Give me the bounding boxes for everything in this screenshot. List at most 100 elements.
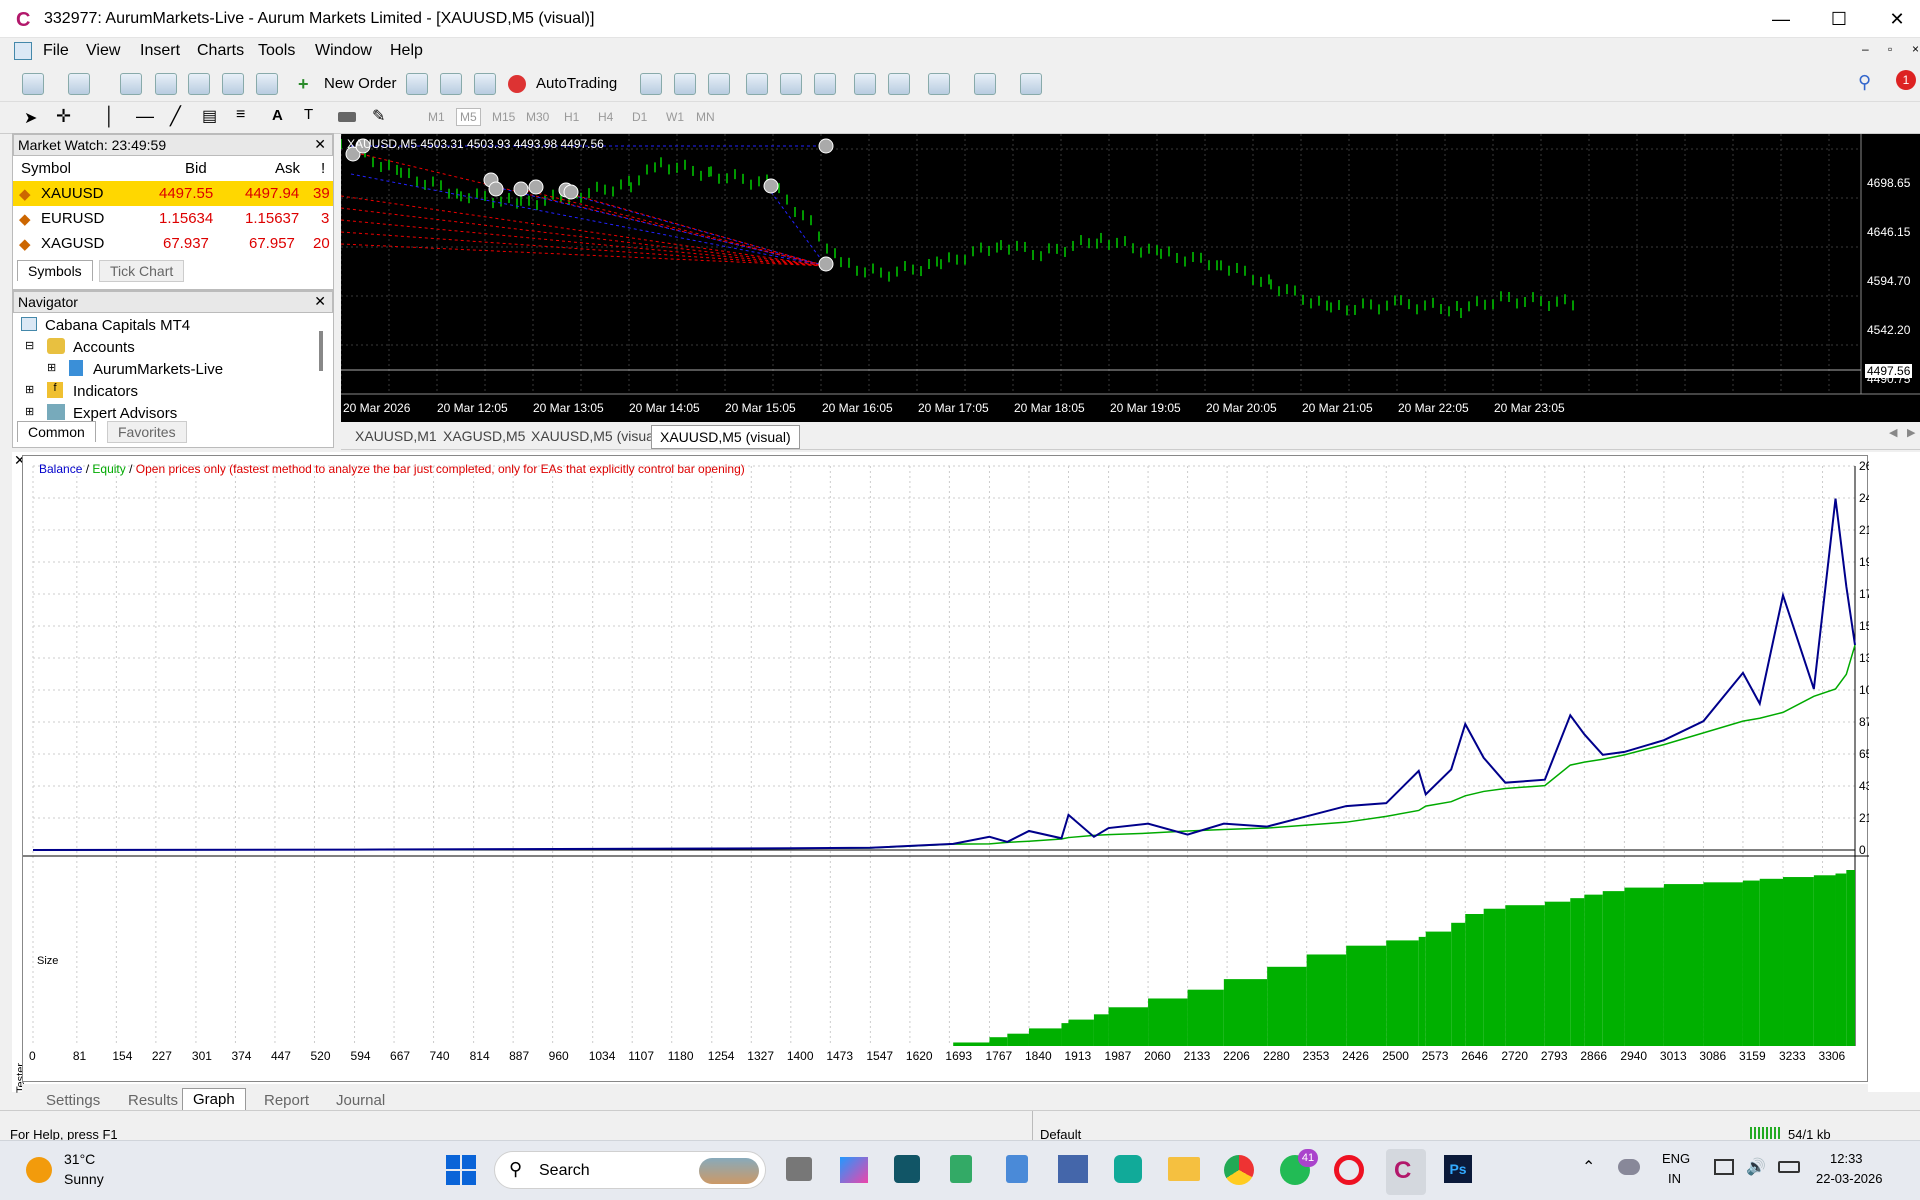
copilot-icon[interactable] — [840, 1157, 868, 1183]
menu-help[interactable]: Help — [390, 42, 423, 60]
market-icon[interactable] — [474, 73, 496, 95]
new-chart-icon[interactable] — [22, 73, 44, 95]
task-view-icon[interactable] — [786, 1157, 812, 1181]
tab-scroll-left-icon[interactable]: ◀ — [1889, 426, 1897, 439]
battery-icon[interactable] — [1778, 1161, 1800, 1173]
close-icon[interactable]: ✕ — [314, 136, 326, 153]
mdi-close-icon[interactable]: × — [1912, 42, 1919, 56]
expand-icon[interactable]: ⊞ — [25, 383, 34, 396]
expand-icon[interactable]: ⊞ — [47, 361, 56, 374]
zoom-in-icon[interactable] — [746, 73, 768, 95]
nav-item-indicators[interactable]: ⊞ f Indicators — [19, 381, 319, 403]
volume-icon[interactable]: 🔊 — [1746, 1157, 1766, 1177]
signals-icon[interactable] — [440, 73, 462, 95]
tf-h1[interactable]: H1 — [564, 110, 579, 124]
terminal-icon[interactable] — [222, 73, 244, 95]
nav-item-experts[interactable]: ⊞ Expert Advisors — [19, 403, 319, 423]
metaeditor-icon[interactable] — [406, 73, 428, 95]
tab-results[interactable]: Results — [118, 1090, 188, 1111]
photoshop-icon[interactable]: Ps — [1444, 1155, 1472, 1183]
tab-common[interactable]: Common — [17, 421, 96, 442]
profiles-icon[interactable] — [68, 73, 90, 95]
collapse-icon[interactable]: ⊟ — [25, 339, 34, 352]
notification-badge[interactable]: 1 — [1896, 70, 1916, 90]
templates-icon[interactable] — [1020, 73, 1042, 95]
tab-scroll-right-icon[interactable]: ▶ — [1907, 426, 1915, 439]
expand-icon[interactable]: ⊞ — [25, 405, 34, 418]
nav-scrollbar[interactable] — [319, 331, 323, 371]
tab-chart-xauusd-m1[interactable]: XAUUSD,M1 — [347, 425, 445, 447]
tf-d1[interactable]: D1 — [632, 110, 647, 124]
tf-m5[interactable]: M5 — [456, 108, 481, 126]
menu-file[interactable]: File — [43, 42, 69, 60]
weather-sun-icon[interactable] — [26, 1157, 52, 1183]
onedrive-icon[interactable] — [1618, 1159, 1640, 1175]
defender-icon[interactable] — [894, 1155, 920, 1183]
tf-m1[interactable]: M1 — [428, 110, 445, 124]
tile-windows-icon[interactable] — [814, 73, 836, 95]
cursor-icon[interactable]: ➤ — [24, 108, 37, 128]
tab-chart-xagusd-m5[interactable]: XAGUSD,M5 — [435, 425, 533, 447]
indicators-icon[interactable] — [928, 73, 950, 95]
tab-favorites[interactable]: Favorites — [107, 421, 187, 443]
market-watch-row[interactable]: ◆ XAGUSD 67.937 67.957 20 — [13, 231, 333, 256]
tab-settings[interactable]: Settings — [36, 1090, 110, 1111]
chart-shift-icon[interactable] — [888, 73, 910, 95]
weather-desc[interactable]: Sunny — [64, 1171, 104, 1187]
tf-mn[interactable]: MN — [696, 110, 715, 124]
tab-tick-chart[interactable]: Tick Chart — [99, 260, 185, 282]
tab-chart-xauusd-visual[interactable]: XAUUSD,M5 (visual) — [523, 425, 670, 447]
data-window-icon[interactable] — [155, 73, 177, 95]
arrows-icon[interactable] — [338, 112, 356, 122]
shapes-icon[interactable]: ✎ — [372, 106, 385, 126]
market-watch-row[interactable]: ◆ XAUUSD 4497.55 4497.94 39 — [13, 181, 333, 206]
channel-icon[interactable]: ▤ — [202, 106, 217, 126]
bar-chart-icon[interactable] — [640, 73, 662, 95]
tab-journal[interactable]: Journal — [326, 1090, 395, 1111]
maximize-button[interactable]: ☐ — [1816, 6, 1862, 32]
tester-graph[interactable]: 0 81 154 227 301 374 447 520 594 667 740 814 887 960 1… — [22, 455, 1869, 1082]
tf-m30[interactable]: M30 — [526, 110, 549, 124]
crosshair-icon[interactable]: ✛ — [56, 106, 71, 127]
nav-item-account-live[interactable]: ⊞ AurumMarkets-Live — [19, 359, 319, 381]
tf-m15[interactable]: M15 — [492, 110, 515, 124]
taskbar-search[interactable]: ⚲ Search — [494, 1151, 766, 1189]
periods-icon[interactable] — [974, 73, 996, 95]
file-explorer-icon[interactable] — [1168, 1157, 1200, 1181]
pycharm-icon[interactable] — [1114, 1155, 1142, 1183]
tf-w1[interactable]: W1 — [666, 110, 684, 124]
lang-2[interactable]: IN — [1668, 1171, 1681, 1186]
navigator-icon[interactable] — [188, 73, 210, 95]
lang-1[interactable]: ENG — [1662, 1151, 1690, 1166]
autotrading-button[interactable]: AutoTrading — [508, 72, 622, 96]
mt4-taskbar-button[interactable]: C — [1386, 1149, 1426, 1195]
weather-temp[interactable]: 31°C — [64, 1151, 95, 1167]
tray-expand-icon[interactable]: ⌃ — [1582, 1157, 1595, 1177]
menu-window[interactable]: Window — [315, 42, 372, 60]
mdi-restore-icon[interactable]: ▫ — [1888, 42, 1892, 56]
tab-symbols[interactable]: Symbols — [17, 260, 93, 281]
nav-item-root[interactable]: Cabana Capitals MT4 — [19, 315, 319, 337]
trendline-icon[interactable]: ╱ — [170, 106, 181, 127]
close-icon[interactable]: ✕ — [314, 293, 326, 310]
menu-tools[interactable]: Tools — [258, 42, 295, 60]
tf-h4[interactable]: H4 — [598, 110, 613, 124]
line-chart-icon[interactable] — [708, 73, 730, 95]
price-chart[interactable]: XAUUSD,M5 4503.31 4503.93 4493.98 4497.5… — [341, 134, 1920, 422]
close-button[interactable]: ✕ — [1874, 6, 1920, 32]
candlesticks-icon[interactable] — [674, 73, 696, 95]
vertical-line-icon[interactable]: │ — [104, 106, 115, 127]
auto-scroll-icon[interactable] — [854, 73, 876, 95]
clock-time[interactable]: 12:33 — [1830, 1151, 1863, 1166]
strategy-tester-icon[interactable] — [256, 73, 278, 95]
menu-charts[interactable]: Charts — [197, 42, 244, 60]
calculator-icon[interactable] — [950, 1155, 972, 1183]
market-watch-row[interactable]: ◆ EURUSD 1.15634 1.15637 3 — [13, 206, 333, 231]
notepad-icon[interactable] — [1006, 1155, 1028, 1183]
header-symbol[interactable]: Symbol — [21, 160, 71, 177]
remote-desktop-icon[interactable] — [1058, 1155, 1088, 1183]
tab-report[interactable]: Report — [254, 1090, 319, 1111]
tab-graph[interactable]: Graph — [182, 1088, 246, 1111]
opera-icon[interactable] — [1334, 1155, 1364, 1185]
zoom-out-icon[interactable] — [780, 73, 802, 95]
